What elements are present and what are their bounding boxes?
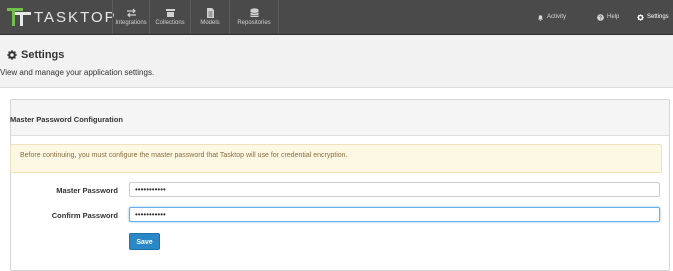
bell-icon xyxy=(538,14,543,21)
logo-mark-icon xyxy=(7,8,31,26)
nav-settings[interactable]: Settings xyxy=(637,0,669,34)
page-subtitle: View and manage your application setting… xyxy=(0,68,155,77)
gear-icon xyxy=(637,13,644,21)
nav-collections-label: Collections xyxy=(155,20,185,26)
collection-icon xyxy=(165,9,175,17)
nav-help[interactable]: ? Help xyxy=(597,0,619,34)
page-title: Settings xyxy=(7,49,64,61)
nav-integrations-label: Integrations xyxy=(115,20,147,26)
gear-icon xyxy=(7,50,17,60)
nav-models[interactable]: Models xyxy=(190,0,229,34)
confirm-password-field[interactable] xyxy=(129,207,660,222)
page-header xyxy=(0,35,673,88)
database-icon xyxy=(249,8,259,17)
nav-repositories[interactable]: Repositories xyxy=(229,0,279,34)
alert-message: Before continuing, you must configure th… xyxy=(20,152,348,159)
nav-models-label: Models xyxy=(200,20,220,26)
page-title-text: Settings xyxy=(21,49,65,61)
save-button[interactable]: Save xyxy=(129,233,160,250)
nav-repositories-label: Repositories xyxy=(237,20,271,26)
question-circle-icon: ? xyxy=(597,13,604,21)
tasktop-logo[interactable]: TASKTOP xyxy=(6,6,117,28)
panel-title: Master Password Configuration xyxy=(10,115,123,124)
nav-settings-label: Settings xyxy=(647,14,669,20)
confirm-password-label: Confirm Password xyxy=(51,211,118,220)
arrows-swap-icon xyxy=(126,8,136,18)
master-password-field[interactable] xyxy=(129,182,660,197)
brand-name: TASKTOP xyxy=(34,8,117,26)
nav-collections[interactable]: Collections xyxy=(149,0,190,34)
svg-text:?: ? xyxy=(599,15,602,21)
nav-help-label: Help xyxy=(607,14,620,20)
document-icon xyxy=(206,8,214,18)
nav-integrations[interactable]: Integrations xyxy=(112,0,149,34)
top-navbar: TASKTOP Integrations Collections Models … xyxy=(0,0,673,35)
nav-activity[interactable]: Activity xyxy=(537,0,566,34)
master-password-label: Master Password xyxy=(56,186,118,195)
nav-activity-label: Activity xyxy=(547,14,567,20)
